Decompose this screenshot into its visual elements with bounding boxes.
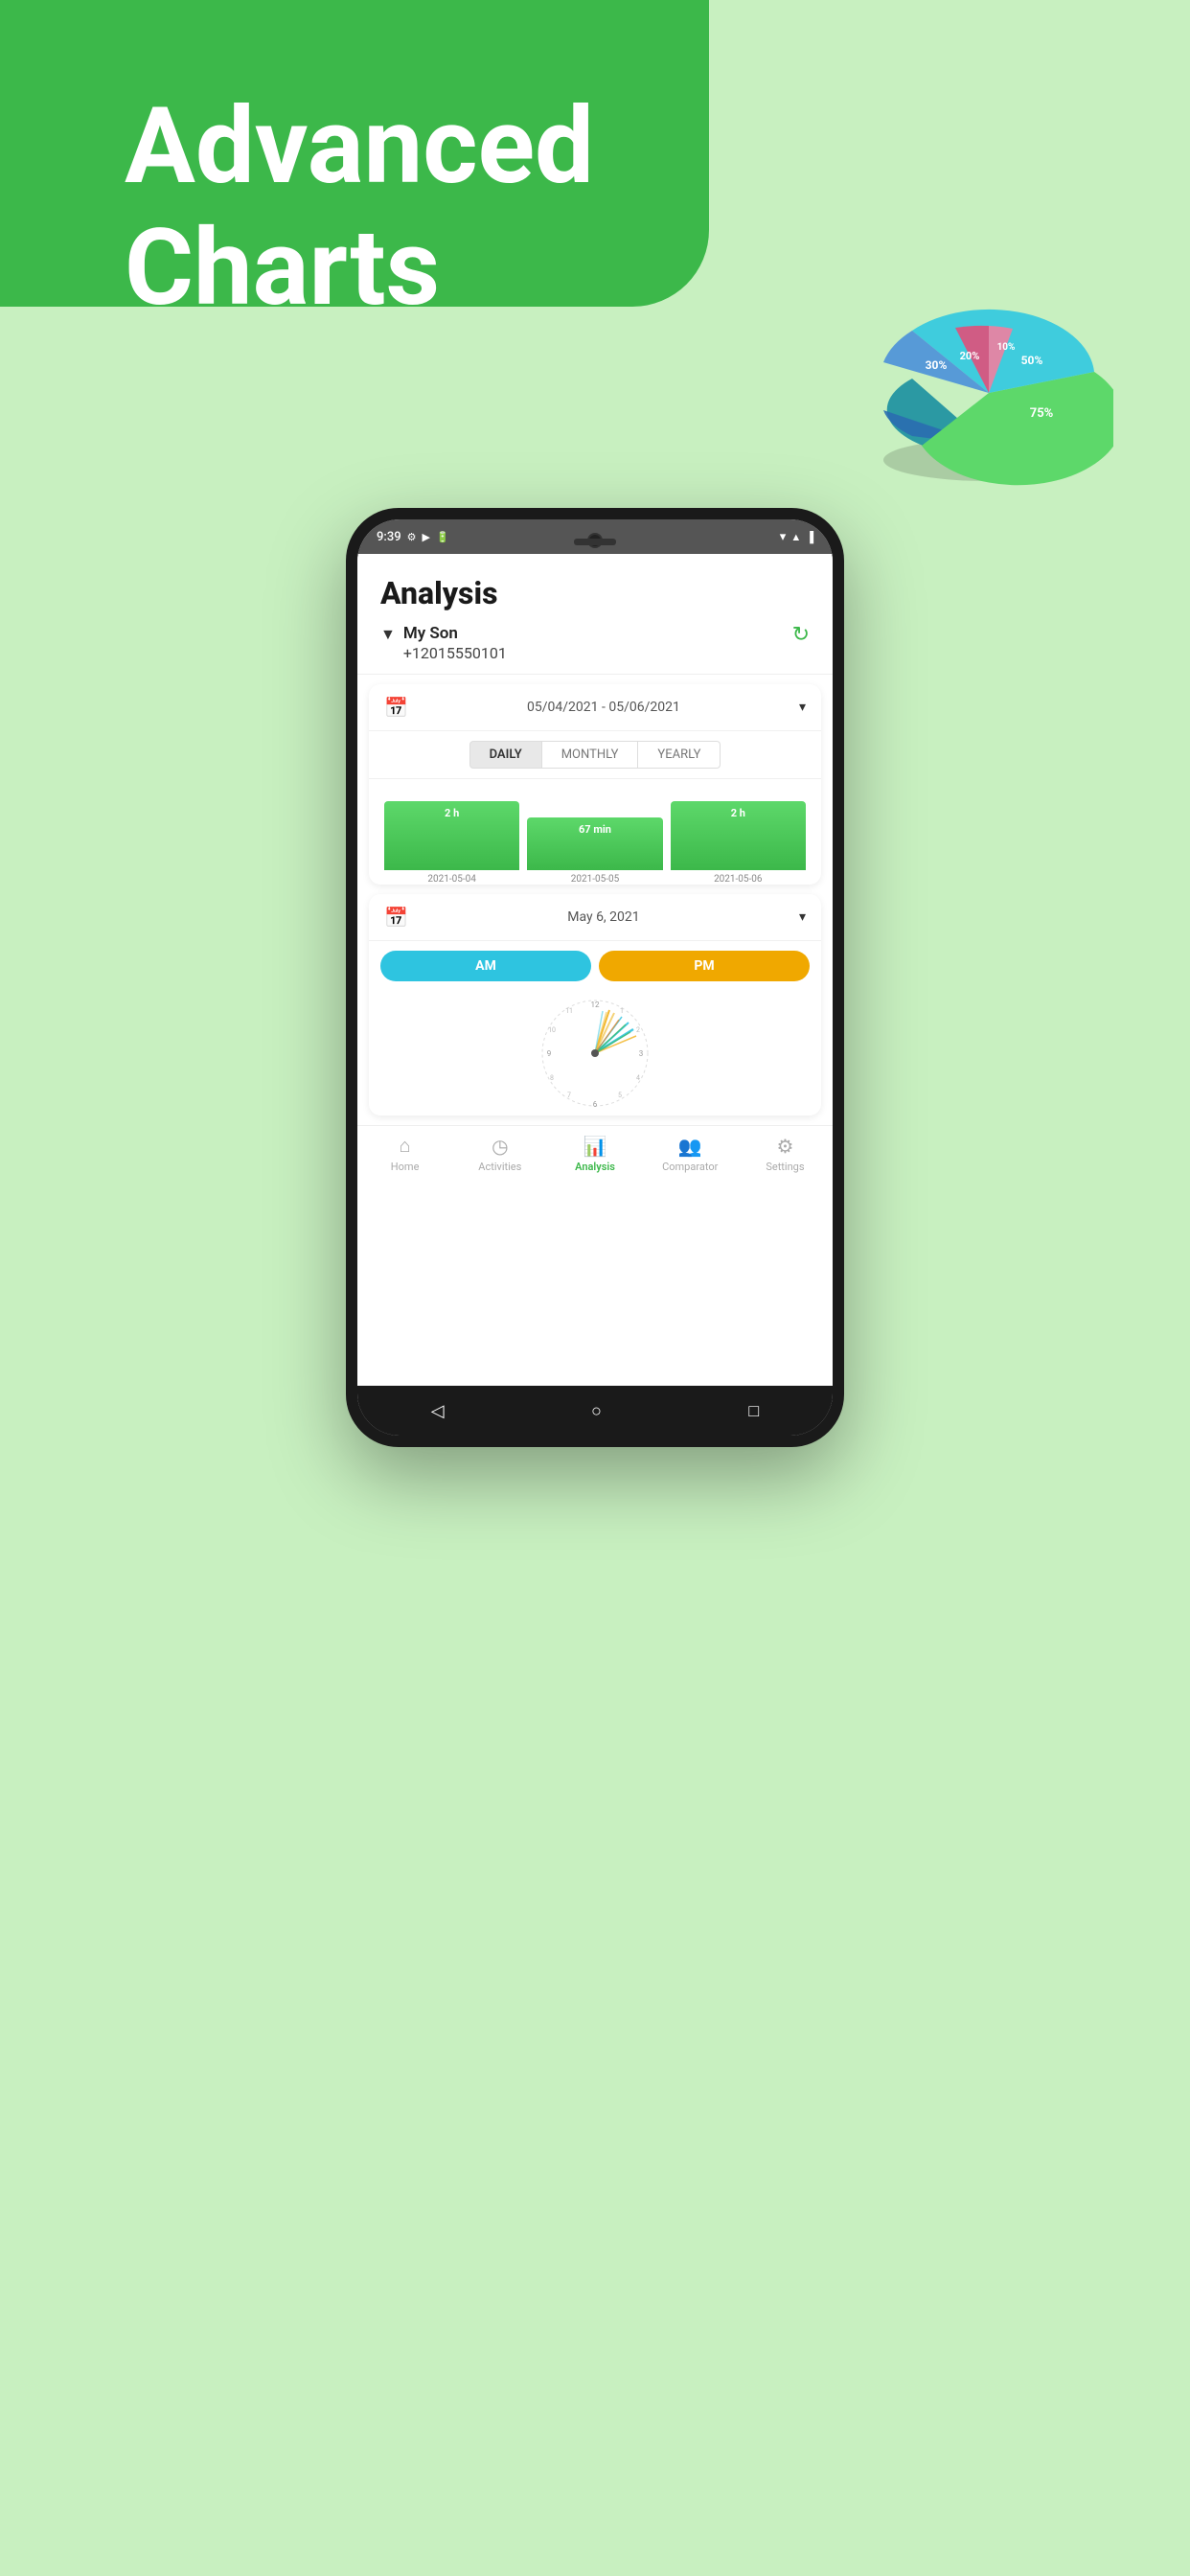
activities-icon: ◷ [492, 1135, 508, 1158]
nav-label-settings: Settings [766, 1161, 804, 1173]
am-pm-tabs: AM PM [369, 941, 821, 991]
user-info: My Son +12015550101 [403, 623, 507, 662]
tab-yearly[interactable]: YEARLY [638, 741, 721, 769]
date-range-text: 05/04/2021 - 05/06/2021 [418, 700, 790, 715]
user-name-block[interactable]: ▼ My Son +12015550101 [380, 623, 507, 662]
calendar-icon: 📅 [384, 696, 408, 719]
bar-1: 2 h [384, 801, 519, 870]
bar-chart: 2 h 2021-05-04 67 min 2021-05-05 2 h [369, 779, 821, 885]
svg-text:5: 5 [618, 1092, 622, 1099]
status-time: 9:39 [377, 530, 401, 544]
hero-title: Advanced Charts [125, 86, 594, 329]
svg-text:12: 12 [591, 1000, 600, 1009]
single-date-text: May 6, 2021 [418, 909, 790, 925]
status-bar-left: 9:39 ⚙ ▶ 🔋 [377, 530, 449, 544]
home-icon: ⌂ [400, 1134, 411, 1158]
nav-label-comparator: Comparator [662, 1161, 718, 1173]
bar-group-2: 67 min 2021-05-05 [527, 791, 662, 885]
bar-date-3: 2021-05-06 [714, 874, 763, 885]
nav-item-settings[interactable]: ⚙ Settings [738, 1135, 833, 1173]
am-tab[interactable]: AM [380, 951, 591, 981]
settings-icon: ⚙ [776, 1135, 793, 1158]
period-tabs: DAILY MONTHLY YEARLY [369, 731, 821, 779]
bar-label-2: 67 min [579, 823, 611, 836]
svg-text:10%: 10% [997, 342, 1016, 353]
nav-item-comparator[interactable]: 👥 Comparator [643, 1135, 738, 1173]
svg-text:75%: 75% [1030, 406, 1054, 421]
gear-icon: ⚙ [407, 531, 417, 543]
tab-daily[interactable]: DAILY [469, 741, 542, 769]
clock-chart: 12 3 6 9 1 2 4 5 7 8 10 11 [369, 991, 821, 1116]
user-phone: +12015550101 [403, 644, 507, 662]
bar-date-1: 2021-05-04 [427, 874, 476, 885]
battery-icon: ▐ [806, 531, 813, 543]
phone-mockup: 9:39 ⚙ ▶ 🔋 ▾ ▲ ▐ Analysis ▼ [346, 508, 844, 1447]
user-dropdown-arrow: ▼ [380, 625, 396, 644]
nav-label-activities: Activities [478, 1161, 521, 1173]
svg-text:7: 7 [567, 1092, 571, 1099]
nav-item-activities[interactable]: ◷ Activities [452, 1135, 547, 1173]
bar-group-1: 2 h 2021-05-04 [384, 791, 519, 885]
bar-date-2: 2021-05-05 [571, 874, 620, 885]
clock-svg: 12 3 6 9 1 2 4 5 7 8 10 11 [538, 996, 652, 1111]
comparator-icon: 👥 [678, 1135, 702, 1158]
phone-nav-bar: ◁ ○ □ [357, 1386, 833, 1436]
back-button[interactable]: ◁ [431, 1401, 445, 1421]
svg-text:11: 11 [565, 1007, 573, 1015]
svg-text:2: 2 [636, 1026, 640, 1034]
user-name: My Son [403, 623, 507, 644]
date-range-row[interactable]: 📅 05/04/2021 - 05/06/2021 ▾ [369, 684, 821, 731]
svg-text:9: 9 [547, 1049, 552, 1058]
nav-label-home: Home [391, 1161, 420, 1173]
single-date-row[interactable]: 📅 May 6, 2021 ▾ [369, 894, 821, 941]
bar-group-3: 2 h 2021-05-06 [671, 791, 806, 885]
recents-button[interactable]: □ [748, 1401, 759, 1421]
bar-label-3: 2 h [731, 807, 745, 819]
pm-tab[interactable]: PM [599, 951, 810, 981]
svg-text:30%: 30% [926, 358, 948, 372]
tab-monthly[interactable]: MONTHLY [542, 741, 639, 769]
date-dropdown-arrow[interactable]: ▾ [799, 700, 806, 715]
bar-3: 2 h [671, 801, 806, 870]
bar-label-1: 2 h [445, 807, 459, 819]
bar-2: 67 min [527, 817, 662, 870]
svg-text:3: 3 [639, 1049, 644, 1058]
phone-speaker [574, 539, 616, 545]
analysis-icon: 📊 [584, 1135, 607, 1158]
app-header: Analysis ▼ My Son +12015550101 ↻ [357, 554, 833, 675]
date-range-section: 📅 05/04/2021 - 05/06/2021 ▾ DAILY MONTHL… [369, 684, 821, 885]
svg-text:8: 8 [550, 1074, 554, 1082]
clock-section: 📅 May 6, 2021 ▾ AM PM 12 [369, 894, 821, 1116]
signal-icon: ▲ [790, 531, 801, 543]
svg-text:50%: 50% [1021, 354, 1043, 367]
nav-item-home[interactable]: ⌂ Home [357, 1134, 452, 1173]
refresh-button[interactable]: ↻ [792, 623, 810, 647]
svg-text:4: 4 [636, 1074, 640, 1082]
svg-text:6: 6 [593, 1100, 598, 1109]
phone-screen: 9:39 ⚙ ▶ 🔋 ▾ ▲ ▐ Analysis ▼ [357, 519, 833, 1436]
nav-label-analysis: Analysis [575, 1161, 615, 1173]
status-bar-right: ▾ ▲ ▐ [780, 530, 813, 544]
battery-status-icon: 🔋 [436, 531, 449, 543]
svg-text:20%: 20% [960, 350, 980, 362]
wifi-icon: ▾ [780, 530, 787, 544]
svg-text:1: 1 [620, 1007, 624, 1015]
hero-title-line1: Advanced [125, 86, 594, 208]
nav-item-analysis[interactable]: 📊 Analysis [547, 1135, 642, 1173]
pie-chart-decoration: 75% 30% 20% 10% 50% [864, 268, 1113, 498]
hero-title-line2: Charts [125, 208, 594, 330]
home-button[interactable]: ○ [591, 1401, 602, 1421]
user-selector[interactable]: ▼ My Son +12015550101 ↻ [380, 623, 810, 662]
play-icon: ▶ [422, 531, 429, 543]
calendar-icon-2: 📅 [384, 906, 408, 929]
app-content: Analysis ▼ My Son +12015550101 ↻ � [357, 554, 833, 1386]
bottom-nav: ⌂ Home ◷ Activities 📊 Analysis 👥 Compara… [357, 1125, 833, 1183]
page-title: Analysis [380, 575, 810, 611]
single-date-dropdown[interactable]: ▾ [799, 909, 806, 925]
svg-text:10: 10 [548, 1026, 556, 1034]
